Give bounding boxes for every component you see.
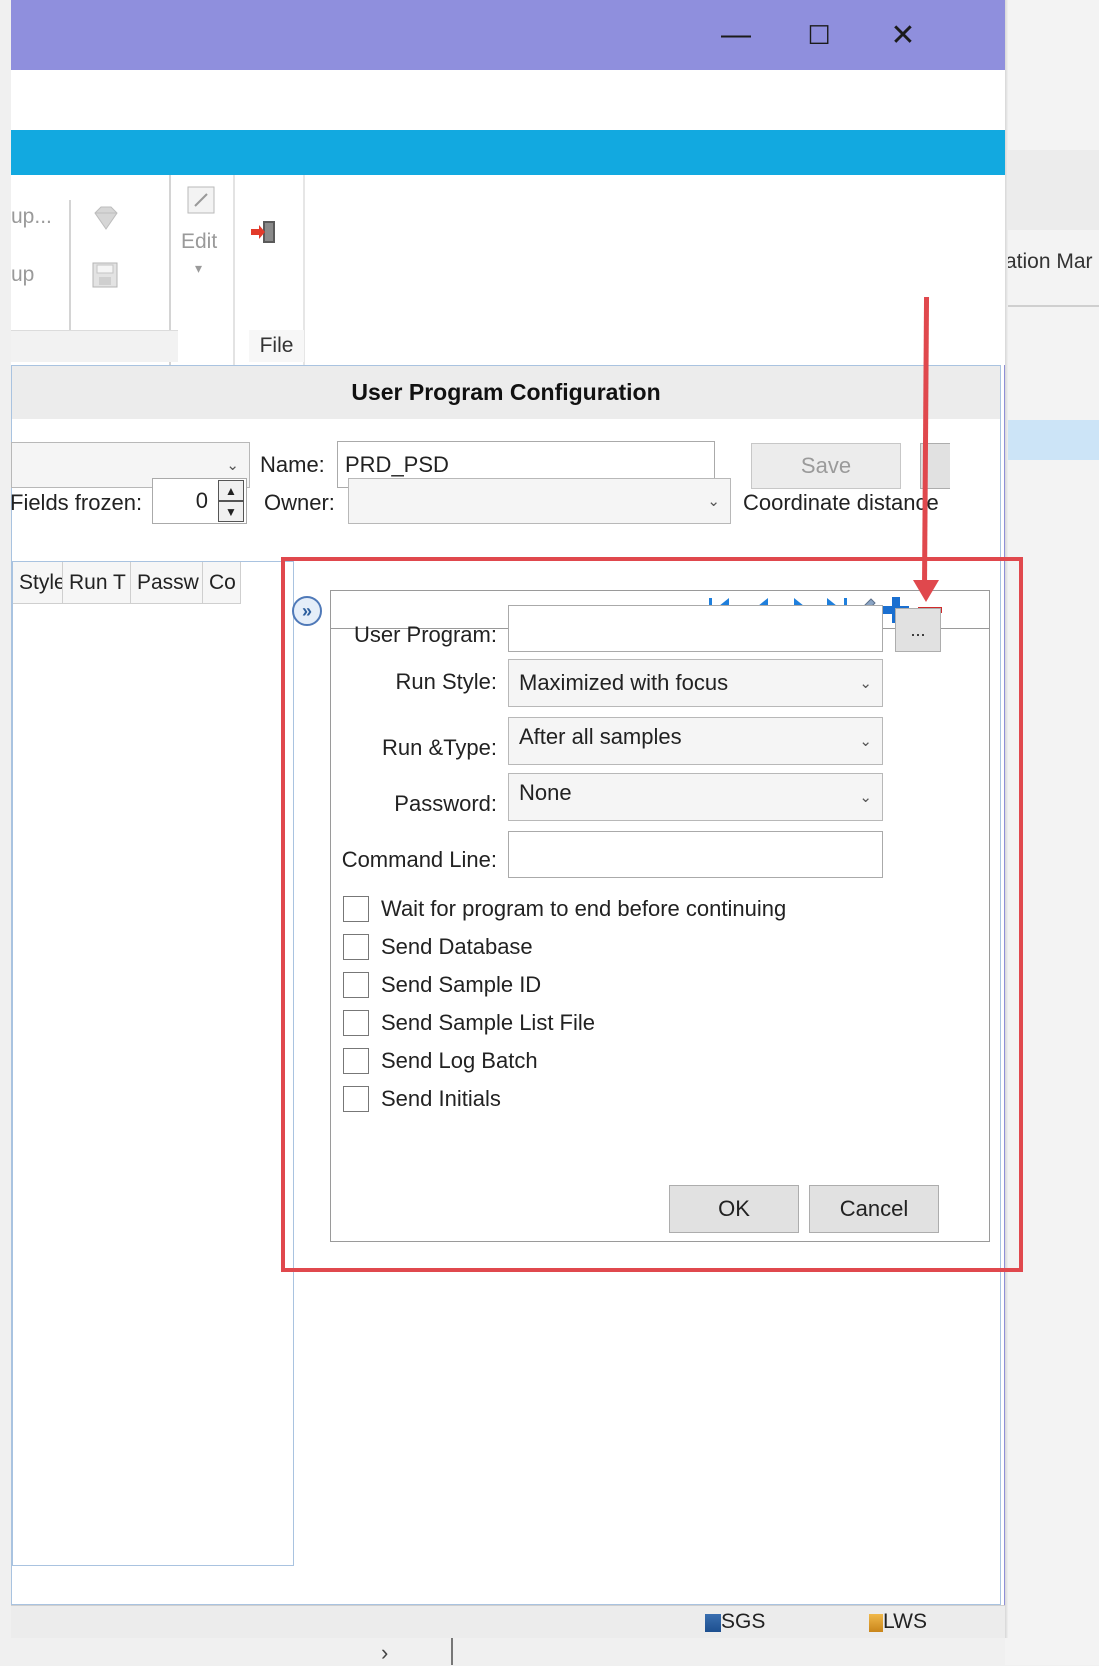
scroll-divider [451, 1638, 453, 1665]
stepper-up-icon[interactable]: ▲ [218, 480, 244, 501]
background-label: ation Mar [1005, 250, 1093, 273]
fields-frozen-label: Fields frozen: [10, 490, 143, 515]
maximize-button[interactable]: ☐ [779, 0, 859, 70]
status-bar: SGS LWS [11, 1605, 1005, 1638]
background-divider [1005, 305, 1099, 307]
ribbon-separator [69, 200, 71, 330]
annotation-arrowhead-icon [913, 580, 939, 602]
close-icon: ✕ [890, 18, 916, 52]
ribbon-separator [233, 175, 235, 365]
column-header-password[interactable]: Passw [131, 562, 203, 604]
edit-dropdown-arrow-icon[interactable]: ▾ [195, 260, 202, 277]
exit-icon[interactable] [249, 219, 279, 245]
chevron-down-icon: ⌄ [707, 493, 720, 510]
lws-icon [869, 1614, 883, 1632]
user-program-list[interactable]: Style Run T Passw Co [12, 561, 294, 1566]
ribbon-group-footer [11, 330, 178, 362]
column-header-command[interactable]: Co [203, 562, 241, 604]
gem-icon[interactable] [91, 205, 119, 231]
background-selected-row[interactable] [1005, 420, 1099, 460]
scroll-right-icon[interactable]: › [381, 1640, 388, 1666]
title-bar[interactable]: — ☐ ✕ [11, 0, 1005, 70]
sgs-status[interactable]: SGS [721, 1610, 765, 1634]
panel-title: User Program Configuration [12, 366, 1000, 419]
ribbon-item-1[interactable]: up... [11, 205, 52, 229]
name-label: Name: [260, 452, 325, 477]
column-header-run-type[interactable]: Run T [63, 562, 131, 604]
owner-label: Owner: [264, 490, 335, 515]
column-header-style[interactable]: Style [13, 562, 63, 604]
ribbon-item-2[interactable]: up [11, 263, 34, 287]
background-toolbar [1005, 150, 1099, 230]
edit-icon[interactable] [186, 185, 216, 215]
accent-bar [11, 130, 1005, 175]
edit-label[interactable]: Edit [181, 230, 217, 254]
stepper-down-icon[interactable]: ▼ [218, 501, 244, 522]
coordinate-distance-label: Coordinate distance [743, 490, 939, 515]
lws-status[interactable]: LWS [883, 1610, 927, 1634]
highlight-box [281, 557, 1023, 1272]
sgs-icon [705, 1614, 721, 1632]
lower-area: › [11, 1638, 1005, 1665]
minimize-button[interactable]: — [696, 0, 776, 70]
chevron-down-icon: ⌄ [226, 457, 239, 474]
minimize-icon: — [721, 18, 751, 51]
file-group-label: File [249, 330, 304, 362]
save-icon[interactable] [91, 261, 119, 289]
fields-frozen-value: 0 [195, 488, 208, 513]
owner-select[interactable]: ⌄ [348, 478, 731, 524]
maximize-icon: ☐ [807, 19, 831, 50]
menu-area [11, 70, 1005, 130]
close-button[interactable]: ✕ [863, 0, 943, 70]
save-button[interactable]: Save [751, 443, 901, 489]
